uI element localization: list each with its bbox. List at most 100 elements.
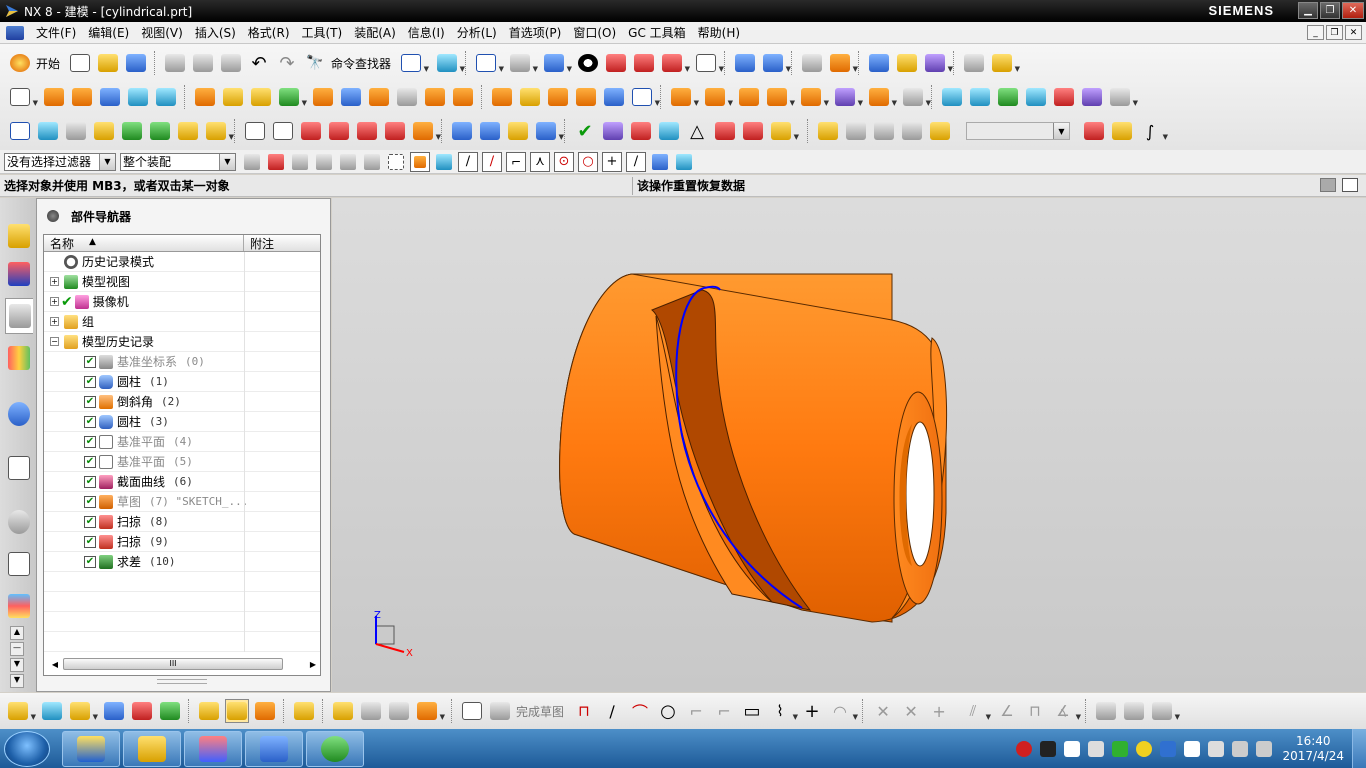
draft-icon[interactable]: [518, 85, 542, 109]
device-icon[interactable]: [1208, 740, 1225, 757]
move-object-icon[interactable]: [733, 51, 757, 75]
measure-distance-icon[interactable]: [962, 51, 986, 75]
doc-minimize-button[interactable]: _: [1307, 25, 1324, 40]
sketch-reference-icon[interactable]: [1094, 699, 1118, 723]
graphics-window[interactable]: Z X: [332, 198, 1366, 692]
add-component-icon[interactable]: ▼: [68, 699, 98, 723]
chamfer-icon[interactable]: [451, 85, 475, 109]
snap-quadrant-icon[interactable]: ○: [578, 151, 598, 172]
taskbar-word-app[interactable]: [245, 730, 303, 767]
sync-label-icon[interactable]: ▼: [867, 85, 897, 109]
notes-column-header[interactable]: 附注: [244, 235, 274, 251]
quick-trim-icon[interactable]: ✕: [871, 699, 895, 723]
rib-icon[interactable]: [221, 85, 245, 109]
move-component-icon[interactable]: [102, 699, 126, 723]
datum-csys-icon[interactable]: ▼: [277, 85, 307, 109]
snap-arc-center-icon[interactable]: ⊙: [554, 151, 574, 172]
convergent-icon[interactable]: [1082, 119, 1106, 143]
snap-endpoint-icon[interactable]: ∕: [458, 151, 478, 172]
red-cube-section-icon[interactable]: [632, 51, 656, 75]
red-cube-icon[interactable]: [604, 51, 628, 75]
line-icon[interactable]: ∕: [600, 699, 624, 723]
pmi-gdt-icon[interactable]: [299, 119, 323, 143]
offset-face-icon[interactable]: [395, 85, 419, 109]
shaded-cube-icon[interactable]: ▼: [542, 51, 572, 75]
help-web-tab[interactable]: [5, 396, 33, 432]
visibility-checkbox[interactable]: ✔: [84, 495, 96, 508]
visibility-checkbox[interactable]: ✔: [84, 515, 96, 528]
show-constraints-icon[interactable]: ∡ ▼: [1051, 699, 1081, 723]
finish-sketch-icon[interactable]: [488, 699, 512, 723]
taskbar-paint-app[interactable]: [184, 730, 242, 767]
layer-settings-icon[interactable]: [800, 51, 824, 75]
surface-through-curves-icon[interactable]: [940, 85, 964, 109]
cylindrical-part[interactable]: [559, 273, 948, 623]
clip-cube-icon[interactable]: ▼: [660, 51, 690, 75]
cut-icon[interactable]: [163, 51, 187, 75]
sync-pull-face-icon[interactable]: ▼: [703, 85, 733, 109]
selection-box-icon[interactable]: [386, 152, 406, 172]
component-icon[interactable]: [40, 699, 64, 723]
stock-icon[interactable]: ▼: [415, 699, 445, 723]
assembly-move-icon[interactable]: [148, 119, 172, 143]
ticket-icon[interactable]: [92, 119, 116, 143]
routing-icon[interactable]: [816, 119, 840, 143]
knowledge-icon[interactable]: ▼: [769, 119, 799, 143]
chamfer-sketch-icon[interactable]: ⌐: [712, 699, 736, 723]
sketch-icon[interactable]: ▼: [8, 85, 38, 109]
edge-blend-icon[interactable]: [423, 85, 447, 109]
wave-link-icon[interactable]: [197, 699, 221, 723]
triangle-icon[interactable]: △: [685, 119, 709, 143]
network-icon[interactable]: [1232, 740, 1249, 757]
deselect-icon[interactable]: [290, 152, 310, 172]
expand-icon[interactable]: +: [50, 297, 59, 306]
open-folder-icon[interactable]: [96, 51, 120, 75]
part-navigator-tab[interactable]: [5, 298, 33, 334]
hole-icon[interactable]: [126, 85, 150, 109]
show-desktop-button[interactable]: [1352, 729, 1366, 768]
surface-transition-icon[interactable]: ▼: [1108, 85, 1138, 109]
expression-icon[interactable]: [741, 119, 765, 143]
menu-file[interactable]: 文件(F): [30, 24, 82, 41]
input-method-icon[interactable]: [1160, 740, 1177, 757]
tree-row-feature[interactable]: ✔ 倒斜角 (2): [44, 392, 320, 412]
mirror-icon[interactable]: [602, 85, 626, 109]
name-column-header[interactable]: 名称 ▲: [44, 235, 244, 251]
circle-icon[interactable]: ○: [656, 699, 680, 723]
piping-icon[interactable]: [844, 119, 868, 143]
system-materials-tab[interactable]: [5, 546, 33, 582]
edge-display-icon[interactable]: [576, 51, 600, 75]
save-icon[interactable]: [124, 51, 148, 75]
pan-icon[interactable]: ▼: [508, 51, 538, 75]
sync-move-face-icon[interactable]: ▼: [669, 85, 699, 109]
menu-analysis[interactable]: 分析(L): [451, 24, 503, 41]
tree-row-feature[interactable]: ✔ 基准平面 (5): [44, 452, 320, 472]
menu-format[interactable]: 格式(R): [242, 24, 296, 41]
tree-row-feature[interactable]: ✔ 圆柱 (3): [44, 412, 320, 432]
boss-icon[interactable]: [154, 85, 178, 109]
antivirus-icon[interactable]: [1016, 740, 1033, 757]
tree-row-model-history[interactable]: − 模型历史记录: [44, 332, 320, 352]
snap-midpoint-icon[interactable]: ∕: [482, 151, 502, 172]
tree-row-feature[interactable]: ✔ 求差 (10): [44, 552, 320, 572]
expand-icon[interactable]: +: [50, 277, 59, 286]
dimension-icon[interactable]: ∠: [995, 699, 1019, 723]
tree-row-feature[interactable]: ✔ 圆柱 (1): [44, 372, 320, 392]
pmi-surface-icon[interactable]: [271, 119, 295, 143]
check-mate-icon[interactable]: ✔: [573, 119, 597, 143]
tree-row-feature[interactable]: ✔ 草图 (7) "SKETCH_...: [44, 492, 320, 512]
bolt-route-icon[interactable]: [359, 699, 383, 723]
transform-icon[interactable]: ▼: [761, 51, 791, 75]
visibility-checkbox[interactable]: ✔: [84, 455, 96, 468]
pin-icon[interactable]: [47, 210, 59, 222]
harness-route-icon[interactable]: [387, 699, 411, 723]
sketch-analysis-icon[interactable]: [1122, 699, 1146, 723]
start-icon[interactable]: [8, 51, 32, 75]
visibility-checkbox[interactable]: ✔: [84, 555, 96, 568]
visibility-checkbox[interactable]: ✔: [84, 415, 96, 428]
undo-icon[interactable]: ↶: [247, 51, 271, 75]
visibility-checkbox[interactable]: ✔: [84, 535, 96, 548]
pmi-balloon-icon[interactable]: [383, 119, 407, 143]
snap-existing-point-icon[interactable]: +: [602, 151, 622, 172]
abc-annotation-icon[interactable]: ▼: [204, 119, 234, 143]
